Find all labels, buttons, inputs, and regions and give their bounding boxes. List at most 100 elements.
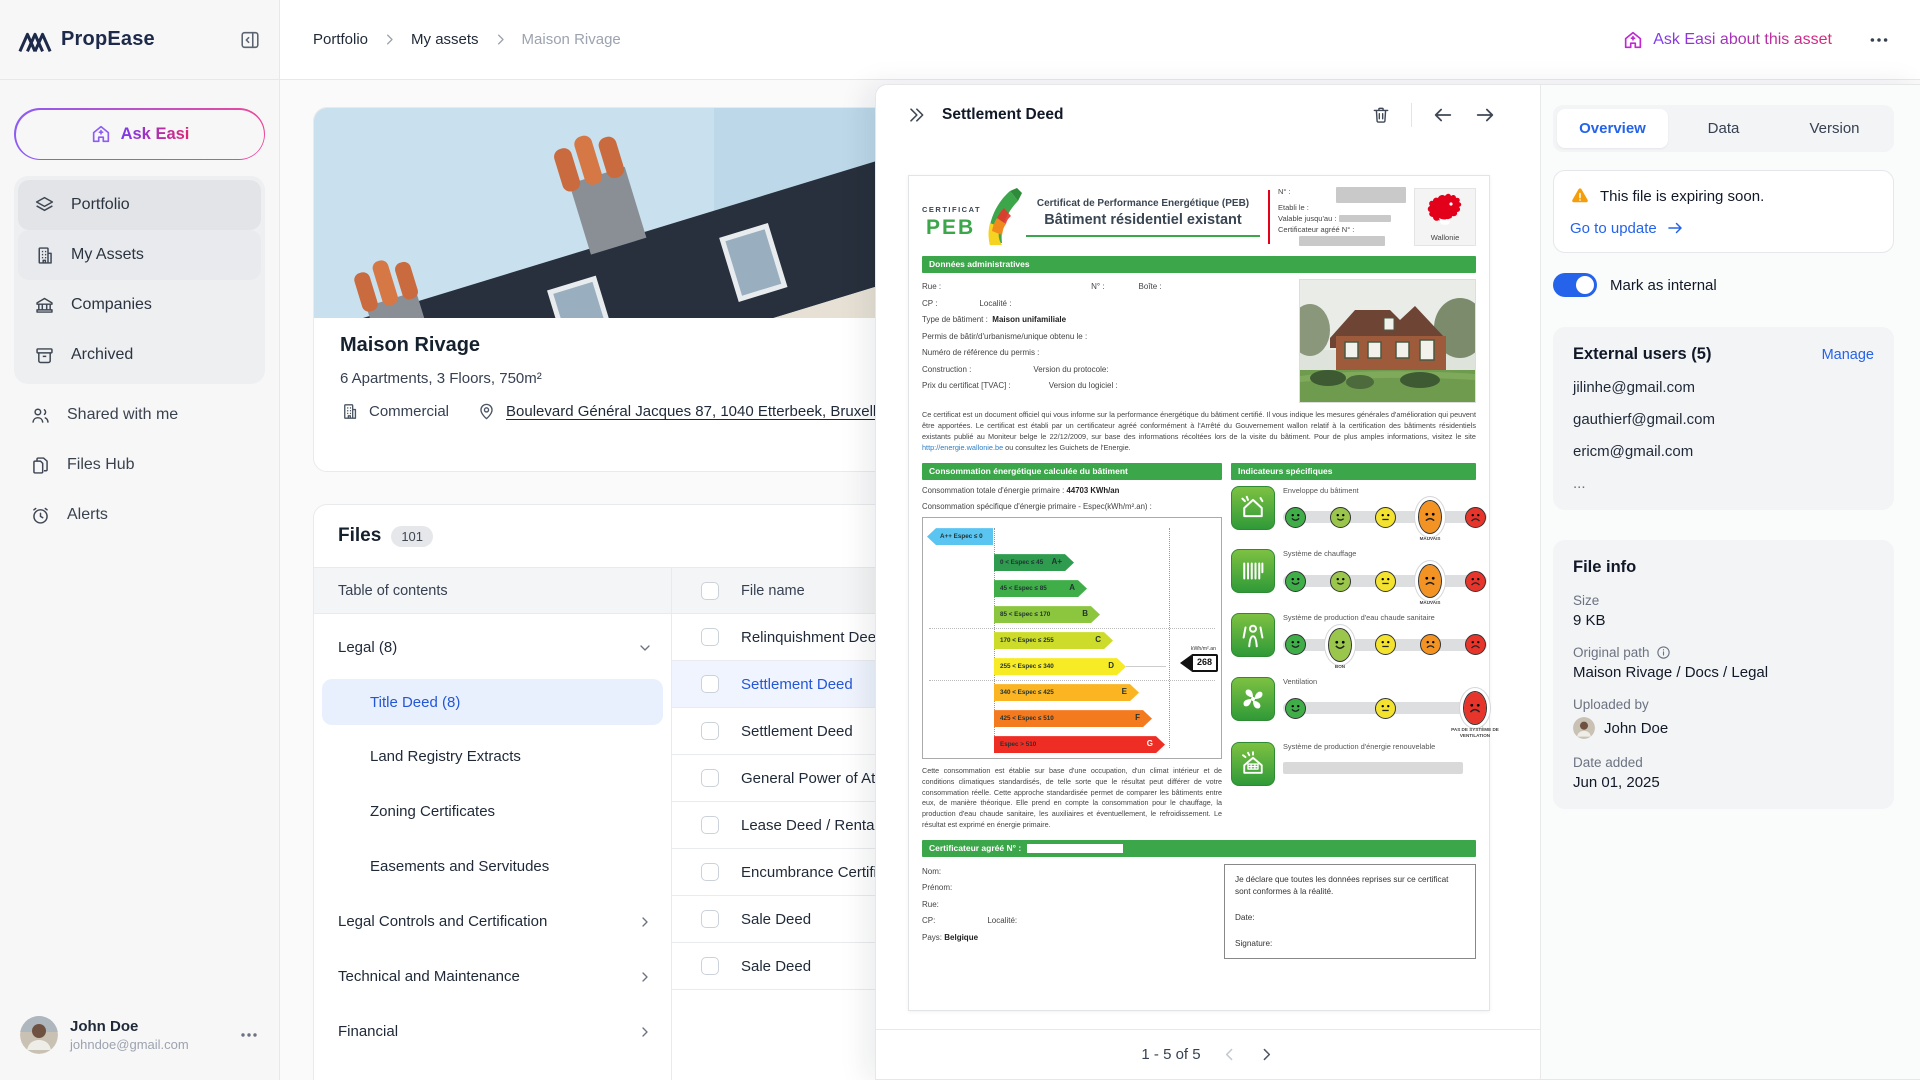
breadcrumb-current: Maison Rivage	[522, 31, 621, 48]
toc-item-technical[interactable]: Technical and Maintenance	[314, 949, 671, 1004]
doc-section-consumption: Consommation énergétique calculée du bât…	[922, 463, 1222, 480]
redacted-bar	[1283, 762, 1463, 774]
date-added-value: Jun 01, 2025	[1573, 774, 1874, 791]
indicator-envelope: Enveloppe du bâtiment MAUVAIS	[1231, 486, 1476, 536]
wallonie-energy-link: http://energie.wallonie.be	[922, 443, 1003, 452]
pagination-prev-icon[interactable]	[1221, 1046, 1238, 1063]
user-profile[interactable]: John Doe johndoe@gmail.com	[14, 1008, 265, 1062]
uploaded-by-label: Uploaded by	[1573, 697, 1874, 712]
app-logo: PropEase	[18, 26, 155, 54]
building-icon	[34, 245, 55, 266]
layers-icon	[34, 195, 55, 216]
tab-version[interactable]: Version	[1779, 109, 1890, 148]
toc-item-legal-controls[interactable]: Legal Controls and Certification	[314, 894, 671, 949]
building-small-icon	[340, 402, 359, 421]
sidebar-item-alerts[interactable]: Alerts	[14, 490, 265, 540]
select-all-checkbox[interactable]	[701, 582, 719, 600]
sidebar-nav-secondary: Shared with me Files Hub Alerts	[14, 390, 265, 540]
avatar	[20, 1016, 58, 1054]
manage-users-link[interactable]: Manage	[1822, 347, 1874, 363]
sidebar-item-my-assets[interactable]: My Assets	[18, 230, 261, 280]
documents-icon	[30, 455, 51, 476]
chevron-down-icon	[637, 640, 653, 656]
alarm-clock-icon	[30, 505, 51, 526]
size-value: 9 KB	[1573, 612, 1874, 629]
doc-section-admin: Données administratives	[922, 256, 1476, 273]
tab-overview[interactable]: Overview	[1557, 109, 1668, 148]
collapse-preview-icon[interactable]	[906, 105, 926, 125]
sidebar-item-archived[interactable]: Archived	[18, 330, 261, 380]
sidebar-item-companies[interactable]: Companies	[18, 280, 261, 330]
toc-item-zoning[interactable]: Zoning Certificates	[314, 784, 671, 839]
previous-file-arrow-icon[interactable]	[1432, 104, 1454, 126]
indicator-ventilation: Ventilation PAS DE SYSTÈME DE VENTILATIO…	[1231, 677, 1476, 727]
external-users-title: External users (5)	[1573, 345, 1711, 364]
row-checkbox[interactable]	[701, 722, 719, 740]
doc-intro-paragraph: Ce certificat est un document officiel q…	[922, 410, 1476, 454]
archive-box-icon	[34, 345, 55, 366]
doc-admin-fields: Rue :N° :Boîte : CP :Localité : Type de …	[922, 279, 1289, 403]
propease-logo-icon	[18, 26, 52, 54]
row-checkbox[interactable]	[701, 863, 719, 881]
ask-easi-asset-button[interactable]: Ask Easi about this asset	[1622, 29, 1832, 51]
next-file-arrow-icon[interactable]	[1474, 104, 1496, 126]
sidebar-item-portfolio[interactable]: Portfolio	[18, 180, 261, 230]
path-value: Maison Rivage / Docs / Legal	[1573, 664, 1874, 681]
sidebar-item-files-hub[interactable]: Files Hub	[14, 440, 265, 490]
ask-easi-house-icon	[1622, 29, 1644, 51]
ask-easi-house-icon	[90, 123, 112, 145]
row-checkbox[interactable]	[701, 816, 719, 834]
top-bar: Portfolio My assets Maison Rivage Ask Ea…	[280, 0, 1920, 80]
tab-data[interactable]: Data	[1668, 109, 1779, 148]
doc-title-2: Bâtiment résidentiel existant	[1026, 211, 1260, 230]
sidebar-item-label: Companies	[71, 296, 152, 314]
row-checkbox[interactable]	[701, 957, 719, 975]
sidebar-item-shared-with-me[interactable]: Shared with me	[14, 390, 265, 440]
wallonie-logo: Wallonie	[1414, 188, 1476, 247]
file-info-card: File info Size 9 KB Original path Maison…	[1553, 540, 1894, 809]
row-checkbox[interactable]	[701, 910, 719, 928]
sidebar-header: PropEase	[0, 0, 279, 80]
go-to-update-link[interactable]: Go to update	[1570, 219, 1877, 237]
row-checkbox[interactable]	[701, 628, 719, 646]
table-of-contents: Table of contents Legal (8) Title Deed (…	[314, 567, 672, 1080]
chevron-right-icon	[637, 969, 653, 985]
toc-item-title-deed[interactable]: Title Deed (8)	[322, 679, 663, 725]
pagination-next-icon[interactable]	[1258, 1046, 1275, 1063]
external-user-email: jilinhe@gmail.com	[1573, 379, 1874, 396]
uploader-name: John Doe	[1604, 720, 1668, 737]
indicator-renewable: Système de production d'énergie renouvel…	[1231, 742, 1476, 786]
sidebar-item-label: Portfolio	[71, 196, 130, 214]
trash-icon[interactable]	[1371, 105, 1391, 125]
breadcrumb-my-assets[interactable]: My assets	[411, 31, 479, 48]
info-icon[interactable]	[1656, 645, 1671, 660]
mark-internal-label: Mark as internal	[1610, 277, 1717, 294]
size-label: Size	[1573, 593, 1874, 608]
external-user-email: gauthierf@gmail.com	[1573, 411, 1874, 428]
toc-item-financial[interactable]: Financial	[314, 1004, 671, 1059]
row-checkbox[interactable]	[701, 675, 719, 693]
asset-address-link[interactable]: Boulevard Général Jacques 87, 1040 Etter…	[506, 403, 892, 420]
row-checkbox[interactable]	[701, 769, 719, 787]
breadcrumb-portfolio[interactable]: Portfolio	[313, 31, 368, 48]
external-user-email: ericm@gmail.com	[1573, 443, 1874, 460]
house-envelope-icon	[1231, 486, 1275, 530]
more-options-icon[interactable]	[1868, 29, 1890, 51]
ask-easi-button[interactable]: Ask Easi	[14, 108, 265, 160]
total-consumption-value: 44703 KWh/an	[1067, 486, 1120, 495]
chevron-right-icon	[493, 32, 508, 47]
toc-item-legal[interactable]: Legal (8)	[314, 620, 671, 675]
profile-more-icon[interactable]	[239, 1025, 259, 1045]
toc-header: Table of contents	[314, 567, 671, 614]
ask-easi-label: Ask Easi	[121, 125, 190, 144]
certificat-peb-logo: CERTIFICAT PEB	[922, 187, 1018, 247]
consumption-marker: kWh/m².an 268	[1166, 646, 1218, 671]
sidebar: PropEase Ask Easi Portfolio My Assets Co…	[0, 0, 280, 1080]
toc-item-land-registry[interactable]: Land Registry Extracts	[314, 729, 671, 784]
mark-internal-toggle[interactable]	[1553, 273, 1597, 297]
collapse-sidebar-icon[interactable]	[239, 29, 261, 51]
toc-item-easements[interactable]: Easements and Servitudes	[314, 839, 671, 894]
peb-arrow-icon	[984, 187, 1024, 247]
sidebar-item-label: My Assets	[71, 246, 144, 264]
document-preview-panel: Settlement Deed CERTIFICAT PEB	[876, 85, 1541, 1079]
